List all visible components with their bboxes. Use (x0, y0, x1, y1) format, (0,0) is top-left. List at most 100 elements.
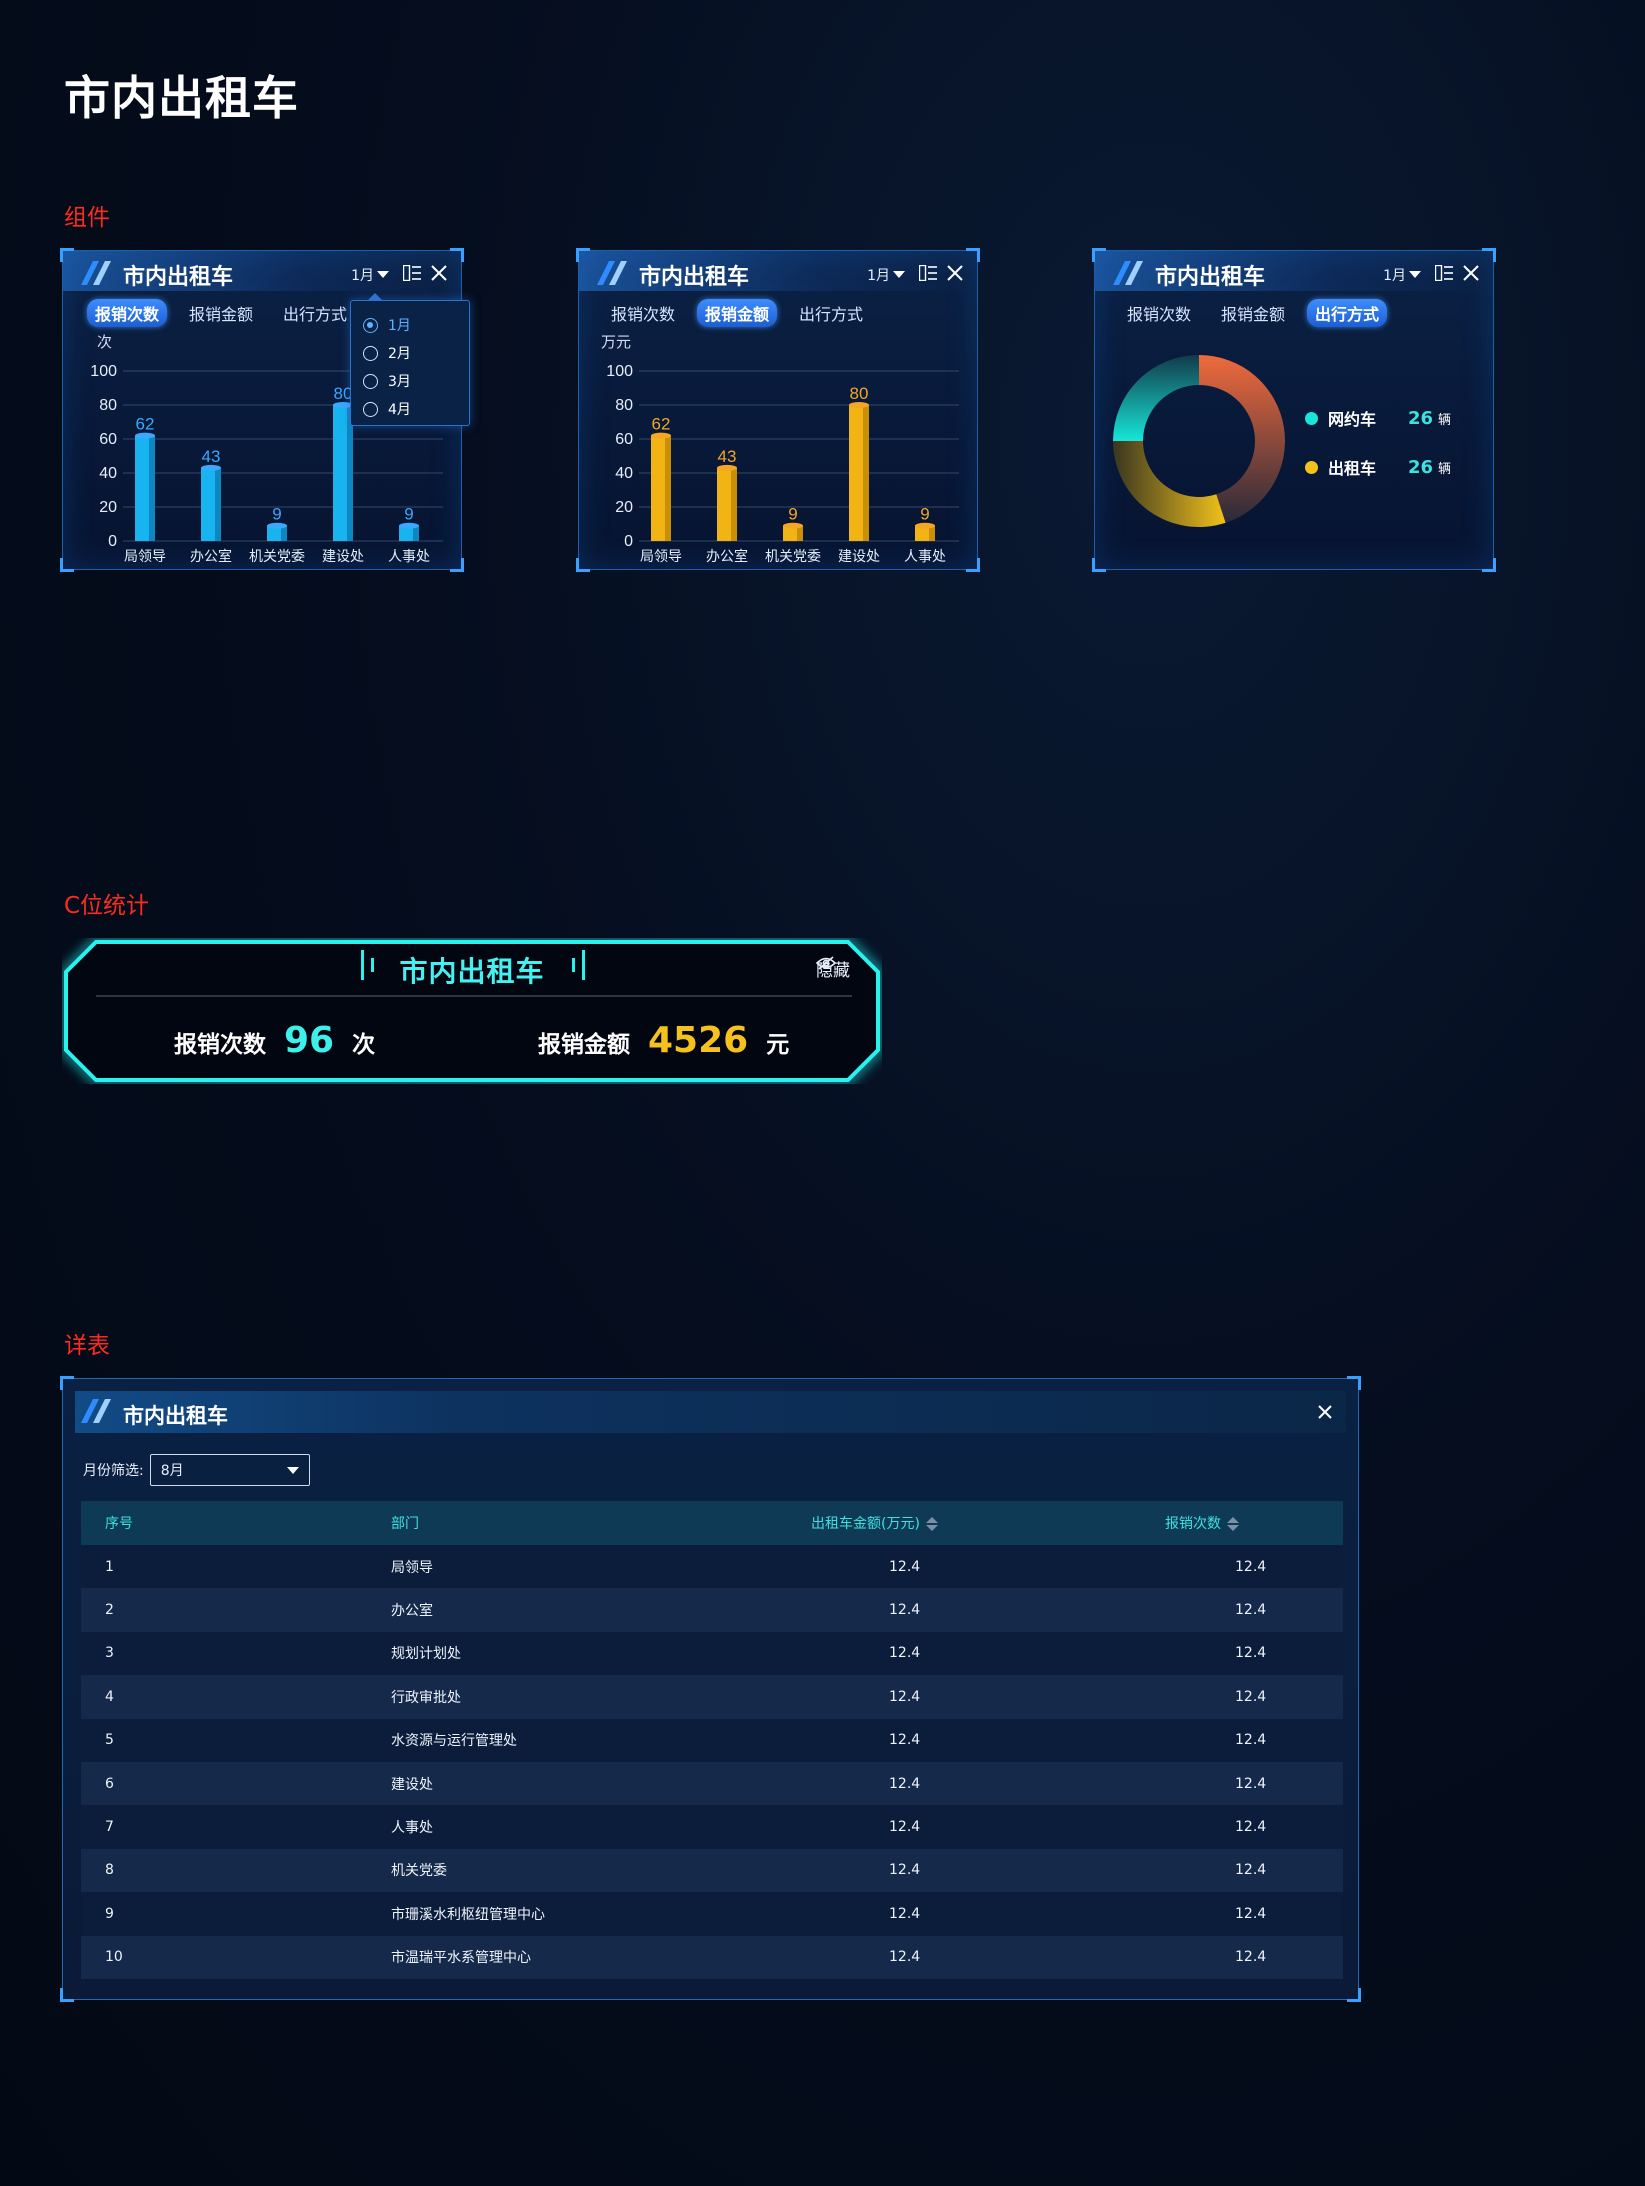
table-row[interactable]: 2 办公室 12.4 12.4 (81, 1588, 1343, 1632)
month-select[interactable]: 1月 (1383, 265, 1421, 285)
bar-side (731, 467, 737, 541)
cell-count: 12.4 (1235, 1602, 1267, 1619)
month-option-3[interactable]: 3月 (363, 367, 457, 395)
cell-amount: 12.4 (889, 1688, 921, 1705)
month-select[interactable]: 1月 (867, 265, 905, 285)
tab-count[interactable]: 报销次数 (603, 299, 683, 327)
eye-off-icon (816, 956, 836, 970)
slash-decoration-icon (1113, 261, 1143, 285)
panel-header: 市内出租车 1月 (63, 251, 461, 291)
x-tick-label: 局领导 (640, 549, 682, 565)
tab-amount[interactable]: 报销金额 (1213, 299, 1293, 327)
detail-header: 市内出租车 (75, 1391, 1346, 1433)
cell-count: 12.4 (1235, 1688, 1267, 1705)
month-dropdown: 1月 2月 3月 4月 (350, 293, 470, 426)
cell-amount: 12.4 (889, 1602, 921, 1619)
table-row[interactable]: 5 水资源与运行管理处 12.4 12.4 (81, 1718, 1343, 1762)
month-filter-select[interactable]: 8月 (149, 1454, 310, 1486)
tab-travel-mode[interactable]: 出行方式 (791, 299, 871, 327)
y-tick-label: 40 (615, 465, 633, 482)
table-row[interactable]: 10 市温瑞平水系管理中心 12.4 12.4 (81, 1935, 1343, 1979)
cell-department: 市珊溪水利枢纽管理中心 (391, 1906, 545, 1923)
table-row[interactable]: 8 机关党委 12.4 12.4 (81, 1848, 1343, 1893)
tab-bar: 报销次数 报销金额 出行方式 (1119, 299, 1388, 327)
panel-header: 市内出租车 1月 (579, 251, 977, 291)
y-tick-label: 40 (99, 465, 117, 482)
cell-index: 6 (105, 1775, 114, 1792)
slash-decoration-icon (597, 261, 627, 285)
cell-index: 1 (105, 1558, 114, 1575)
hide-button[interactable]: 隐藏 (816, 956, 850, 981)
caret-down-icon (1409, 271, 1421, 278)
sort-icon[interactable] (925, 1517, 938, 1531)
data-label: 62 (652, 415, 671, 434)
tab-bar: 报销次数 报销金额 出行方式 (603, 299, 871, 327)
table-row[interactable]: 7 人事处 12.4 12.4 (81, 1805, 1343, 1849)
close-icon[interactable] (431, 265, 447, 281)
caret-down-icon (286, 1466, 299, 1474)
y-tick-label: 0 (624, 533, 633, 550)
tab-amount[interactable]: 报销金额 (181, 299, 261, 327)
cell-amount: 12.4 (889, 1732, 921, 1749)
month-select-value: 1月 (1383, 268, 1406, 284)
radio-icon (363, 401, 378, 417)
close-icon[interactable] (1463, 265, 1479, 281)
y-tick-label: 60 (615, 431, 633, 448)
stat-count: 报销次数 96 次 (174, 1020, 375, 1061)
y-tick-label: 20 (615, 499, 633, 516)
caret-down-icon (893, 271, 905, 278)
month-select-value: 1月 (351, 268, 374, 284)
data-label: 9 (272, 505, 281, 524)
list-view-icon[interactable] (919, 265, 937, 281)
table-row[interactable]: 9 市珊溪水利枢纽管理中心 12.4 12.4 (81, 1892, 1343, 1936)
section-label-components: 组件 (64, 205, 110, 231)
bar-side (149, 435, 155, 541)
cell-department: 规划计划处 (391, 1646, 461, 1663)
month-select[interactable]: 1月 (351, 265, 389, 285)
month-filter-value: 8月 (160, 1463, 184, 1479)
close-icon[interactable] (947, 265, 963, 281)
radio-icon (363, 345, 378, 361)
tab-amount[interactable]: 报销金额 (697, 299, 778, 327)
column-header-count[interactable]: 报销次数 (1165, 1501, 1343, 1545)
table-row[interactable]: 1 局领导 12.4 12.4 (81, 1545, 1343, 1589)
cell-index: 4 (105, 1688, 114, 1705)
list-view-icon[interactable] (403, 265, 421, 281)
tab-travel-mode[interactable]: 出行方式 (1307, 299, 1388, 327)
tab-travel-mode[interactable]: 出行方式 (275, 299, 355, 327)
cell-department: 水资源与运行管理处 (391, 1733, 517, 1750)
table-row[interactable]: 3 规划计划处 12.4 12.4 (81, 1631, 1343, 1676)
cell-count: 12.4 (1235, 1558, 1267, 1575)
stat-count-label: 报销次数 (174, 1032, 266, 1058)
x-tick-label: 人事处 (904, 549, 946, 565)
tab-count[interactable]: 报销次数 (1119, 299, 1199, 327)
x-tick-label: 办公室 (706, 548, 748, 565)
month-option-2[interactable]: 2月 (363, 339, 457, 367)
table-row[interactable]: 4 行政审批处 12.4 12.4 (81, 1675, 1343, 1719)
cell-department: 办公室 (391, 1603, 433, 1620)
y-tick-label: 80 (99, 397, 117, 414)
cell-department: 机关党委 (391, 1863, 447, 1880)
stat-amount-unit: 元 (766, 1032, 790, 1058)
column-header-index: 序号 (105, 1516, 133, 1532)
legend-item: 出租车 26 辆 (1305, 455, 1451, 479)
cell-amount: 12.4 (889, 1862, 921, 1879)
cell-amount: 12.4 (889, 1949, 921, 1966)
slash-decoration-icon (81, 1399, 111, 1423)
tab-bar: 报销次数 报销金额 出行方式 (87, 299, 355, 327)
c-stat-title: 市内出租车 (399, 955, 545, 988)
month-option-4[interactable]: 4月 (363, 395, 457, 423)
cell-index: 9 (105, 1905, 114, 1922)
bar-side (215, 467, 221, 541)
y-tick-label: 60 (99, 431, 117, 448)
sort-icon[interactable] (1227, 1517, 1239, 1531)
column-header-amount[interactable]: 出租车金额(万元) (811, 1501, 1165, 1545)
month-filter-label: 月份筛选: (83, 1463, 144, 1479)
close-icon[interactable] (1318, 1405, 1332, 1419)
stat-amount-value: 4526 (648, 1020, 749, 1061)
month-option-1[interactable]: 1月 (363, 311, 457, 339)
stat-amount-label: 报销金额 (538, 1032, 630, 1058)
list-view-icon[interactable] (1435, 265, 1453, 281)
table-row[interactable]: 6 建设处 12.4 12.4 (81, 1761, 1343, 1806)
tab-count[interactable]: 报销次数 (87, 299, 168, 327)
